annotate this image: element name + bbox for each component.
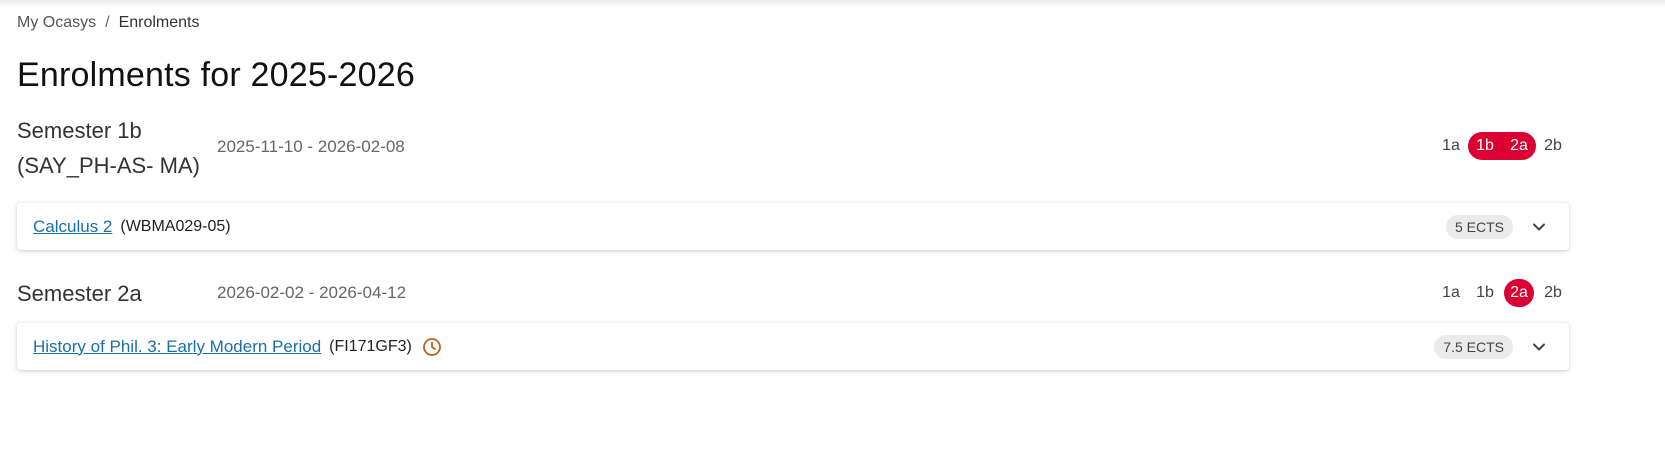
ects-badge: 5 ECTS	[1445, 214, 1513, 239]
chevron-down-icon[interactable]	[1531, 339, 1547, 355]
semester-name-line1: Semester 2a	[17, 281, 142, 306]
chevron-down-icon[interactable]	[1531, 219, 1547, 235]
breadcrumb-current: Enrolments	[118, 14, 200, 31]
top-shadow	[0, 0, 1665, 8]
period-1a: 1a	[1442, 284, 1460, 301]
period-2a-active: 2a	[1502, 132, 1536, 160]
semester-title: Semester 1b (SAY_PH-AS- MA)	[17, 113, 200, 183]
breadcrumb-home-link[interactable]: My Ocasys	[17, 14, 96, 32]
page-title: Enrolments for 2025-2026	[17, 56, 415, 94]
ects-badge: 7.5 ECTS	[1434, 334, 1513, 359]
course-card[interactable]: Calculus 2 (WBMA029-05) 5 ECTS	[17, 203, 1569, 250]
breadcrumb: My Ocasys / Enrolments	[17, 14, 200, 32]
clock-icon	[422, 337, 442, 357]
period-indicator: 1a 1b 2a 2b	[1434, 132, 1570, 160]
semester-name-line1: Semester 1b	[17, 118, 142, 143]
period-indicator: 1a 1b 2a 2b	[1434, 279, 1570, 307]
semester-dates: 2026-02-02 - 2026-04-12	[217, 283, 407, 302]
period-2b: 2b	[1544, 284, 1562, 301]
period-1b-active: 1b	[1468, 132, 1502, 160]
course-card[interactable]: History of Phil. 3: Early Modern Period …	[17, 323, 1569, 370]
breadcrumb-separator: /	[105, 14, 110, 31]
semester-name-line2: (SAY_PH-AS- MA)	[17, 153, 200, 178]
semester-dates: 2025-11-10 - 2026-02-08	[217, 137, 405, 156]
semester-title: Semester 2a	[17, 276, 142, 311]
course-title-link[interactable]: Calculus 2	[33, 217, 112, 237]
course-code: (FI171GF3)	[329, 337, 412, 355]
period-2a-active: 2a	[1504, 279, 1534, 307]
course-code: (WBMA029-05)	[120, 217, 231, 235]
period-1a: 1a	[1442, 137, 1460, 154]
period-1b: 1b	[1476, 284, 1494, 301]
period-2b: 2b	[1544, 137, 1562, 154]
course-title-link[interactable]: History of Phil. 3: Early Modern Period	[33, 337, 321, 357]
